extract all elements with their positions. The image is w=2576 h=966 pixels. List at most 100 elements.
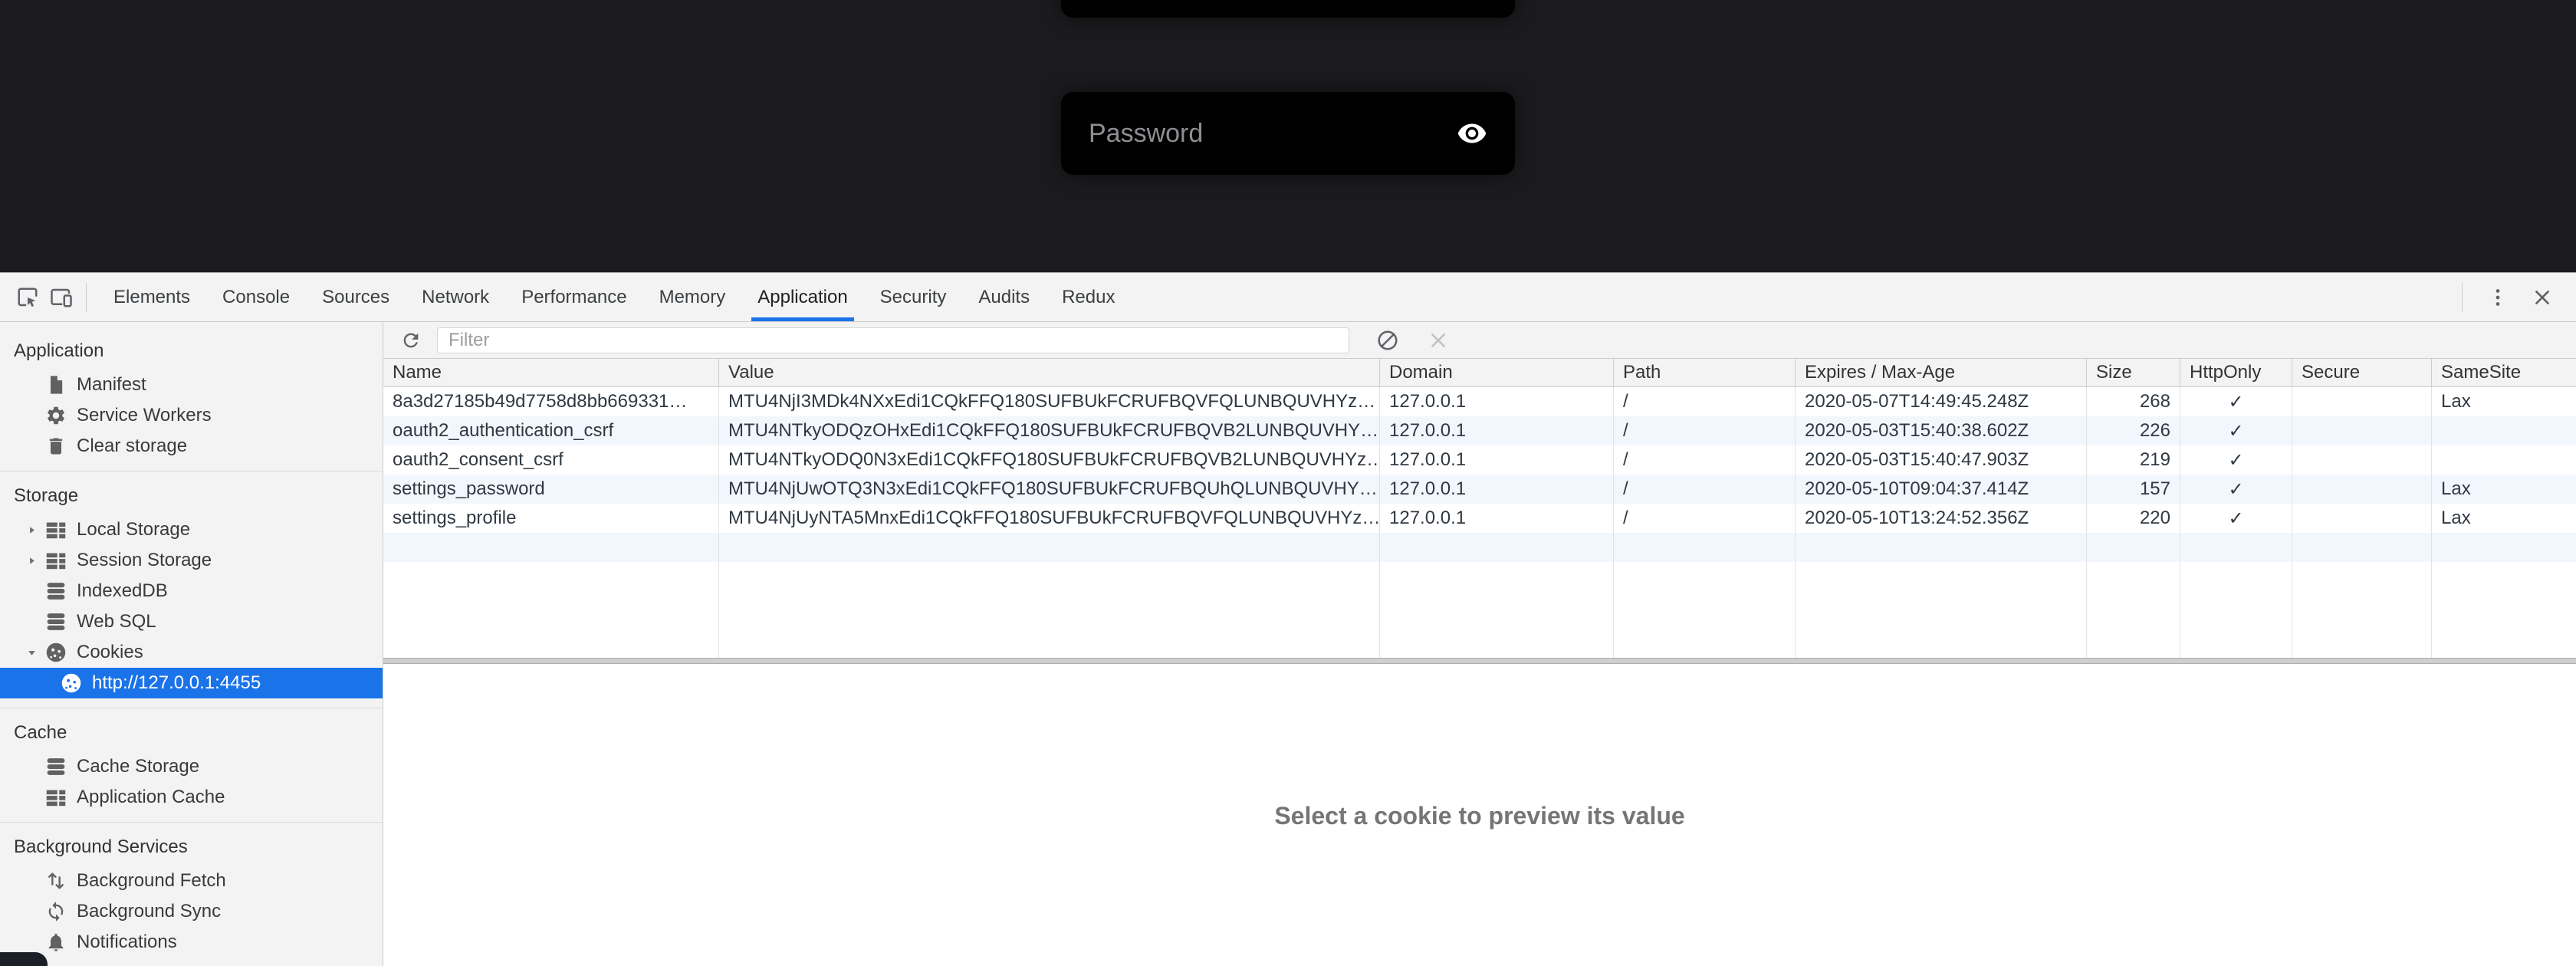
sidebar-item-http-127-0-0-1-4455[interactable]: http://127.0.0.1:4455 <box>0 668 383 698</box>
tab-sources[interactable]: Sources <box>319 273 393 321</box>
devtools-tabbar: Elements Console Sources Network Performance… <box>0 273 2576 322</box>
filler-cell <box>1614 562 1796 658</box>
cell-value: MTU4NjUyNTA5MnxEdi1CQkFFQ180SUFBUkFCRUFB… <box>719 504 1380 533</box>
sidebar-section-cache: CacheCache StorageApplication Cache <box>0 708 383 823</box>
sidebar-item-label: Background Fetch <box>77 870 226 892</box>
cell-http-only: ✓ <box>2180 445 2292 475</box>
column-header-path[interactable]: Path <box>1614 359 1796 386</box>
sidebar-item-label: http://127.0.0.1:4455 <box>92 672 261 694</box>
cell-http-only: ✓ <box>2180 504 2292 533</box>
database-icon <box>43 580 69 602</box>
cookie-table-header: NameValueDomainPathExpires / Max-AgeSize… <box>383 359 2576 387</box>
splitter-handle[interactable] <box>383 658 2576 664</box>
sidebar-item-application-cache[interactable]: Application Cache <box>0 782 383 813</box>
cell-expires: 2020-05-10T09:04:37.414Z <box>1796 475 2087 504</box>
sidebar-section-storage: StorageLocal StorageSession StorageIndex… <box>0 472 383 708</box>
cell-name: oauth2_consent_csrf <box>383 445 719 475</box>
tab-redux[interactable]: Redux <box>1059 273 1118 321</box>
file-icon <box>43 374 69 396</box>
cell-domain: 127.0.0.1 <box>1380 445 1614 475</box>
tab-console[interactable]: Console <box>219 273 293 321</box>
close-icon[interactable] <box>2525 281 2559 314</box>
chevron-right-icon[interactable] <box>20 555 43 567</box>
tab-performance[interactable]: Performance <box>518 273 629 321</box>
column-header-expires-max-age[interactable]: Expires / Max-Age <box>1796 359 2087 386</box>
cookie-row-oauth2-authentication-csrf[interactable]: oauth2_authentication_csrfMTU4NTkyODQzOH… <box>383 416 2576 445</box>
sidebar-item-background-sync[interactable]: Background Sync <box>0 896 383 927</box>
column-header-domain[interactable]: Domain <box>1380 359 1614 386</box>
sidebar-item-label: IndexedDB <box>77 580 168 602</box>
tab-network[interactable]: Network <box>419 273 492 321</box>
cookie-row-settings-profile[interactable]: settings_profileMTU4NjUyNTA5MnxEdi1CQkFF… <box>383 504 2576 533</box>
tab-elements[interactable]: Elements <box>110 273 193 321</box>
chevron-down-icon[interactable] <box>20 647 43 659</box>
cell-secure <box>2292 504 2432 533</box>
cookie-row-8a3d27185b49d7758d8bb669331[interactable]: 8a3d27185b49d7758d8bb669331…MTU4NjI3MDk4… <box>383 387 2576 416</box>
cell-path: / <box>1614 445 1796 475</box>
kebab-menu-icon[interactable] <box>2481 281 2515 314</box>
refresh-icon[interactable] <box>394 324 428 357</box>
sidebar-item-cookies[interactable]: Cookies <box>0 637 383 668</box>
sidebar-item-indexeddb[interactable]: IndexedDB <box>0 576 383 606</box>
cookie-row-settings-password[interactable]: settings_passwordMTU4NjUwOTQ3N3xEdi1CQkF… <box>383 475 2576 504</box>
column-header-httponly[interactable]: HttpOnly <box>2180 359 2292 386</box>
column-header-samesite[interactable]: SameSite <box>2432 359 2576 386</box>
cell-expires: 2020-05-07T14:49:45.248Z <box>1796 387 2087 416</box>
password-placeholder: Password <box>1089 119 1203 149</box>
sidebar-item-manifest[interactable]: Manifest <box>0 370 383 400</box>
sidebar-item-label: Session Storage <box>77 550 212 571</box>
inspect-cursor-icon[interactable] <box>11 281 44 314</box>
empty-cell <box>2180 533 2292 562</box>
cell-path: / <box>1614 475 1796 504</box>
cell-name: settings_password <box>383 475 719 504</box>
sidebar-item-cache-storage[interactable]: Cache Storage <box>0 751 383 782</box>
cell-secure <box>2292 416 2432 445</box>
cookie-table-filler <box>383 562 2576 658</box>
sidebar-item-web-sql[interactable]: Web SQL <box>0 606 383 637</box>
table-icon <box>43 519 69 540</box>
cell-http-only: ✓ <box>2180 387 2292 416</box>
sidebar-item-service-workers[interactable]: Service Workers <box>0 400 383 431</box>
cell-domain: 127.0.0.1 <box>1380 475 1614 504</box>
cell-value: MTU4NjI3MDk4NXxEdi1CQkFFQ180SUFBUkFCRUFB… <box>719 387 1380 416</box>
filler-cell <box>719 562 1380 658</box>
password-field[interactable]: Password <box>1061 92 1515 175</box>
device-toolbar-icon[interactable] <box>44 281 78 314</box>
fetch-icon <box>43 870 69 892</box>
clear-all-cookies-icon[interactable] <box>1371 324 1405 357</box>
sidebar-item-background-fetch[interactable]: Background Fetch <box>0 866 383 896</box>
tab-application[interactable]: Application <box>754 273 850 321</box>
filler-cell <box>2087 562 2180 658</box>
tab-audits[interactable]: Audits <box>975 273 1033 321</box>
cell-http-only: ✓ <box>2180 416 2292 445</box>
cell-same-site: Lax <box>2432 504 2576 533</box>
column-header-value[interactable]: Value <box>719 359 1380 386</box>
text-input-partial[interactable] <box>1061 0 1515 18</box>
sidebar-item-label: Cache Storage <box>77 756 199 777</box>
sidebar-item-session-storage[interactable]: Session Storage <box>0 545 383 576</box>
eye-icon[interactable] <box>1457 118 1487 149</box>
table-icon <box>43 787 69 808</box>
cell-same-site <box>2432 445 2576 475</box>
filler-cell <box>383 562 719 658</box>
clear-filter-icon[interactable] <box>1421 324 1455 357</box>
sidebar-item-local-storage[interactable]: Local Storage <box>0 514 383 545</box>
cookie-row-oauth2-consent-csrf[interactable]: oauth2_consent_csrfMTU4NTkyODQ0N3xEdi1CQ… <box>383 445 2576 475</box>
tab-security[interactable]: Security <box>877 273 950 321</box>
column-header-name[interactable]: Name <box>383 359 719 386</box>
sidebar-item-clear-storage[interactable]: Clear storage <box>0 431 383 462</box>
column-header-secure[interactable]: Secure <box>2292 359 2432 386</box>
section-title-background-services: Background Services <box>0 823 383 866</box>
cell-domain: 127.0.0.1 <box>1380 416 1614 445</box>
filler-cell <box>2180 562 2292 658</box>
cell-name: settings_profile <box>383 504 719 533</box>
webpage-background: Password <box>0 0 2576 272</box>
filter-input[interactable] <box>437 327 1349 353</box>
sidebar-item-notifications[interactable]: Notifications <box>0 927 383 958</box>
empty-row <box>383 533 2576 562</box>
cell-path: / <box>1614 387 1796 416</box>
chevron-right-icon[interactable] <box>20 524 43 536</box>
cookies-toolbar <box>383 322 2576 359</box>
tab-memory[interactable]: Memory <box>656 273 729 321</box>
column-header-size[interactable]: Size <box>2087 359 2180 386</box>
